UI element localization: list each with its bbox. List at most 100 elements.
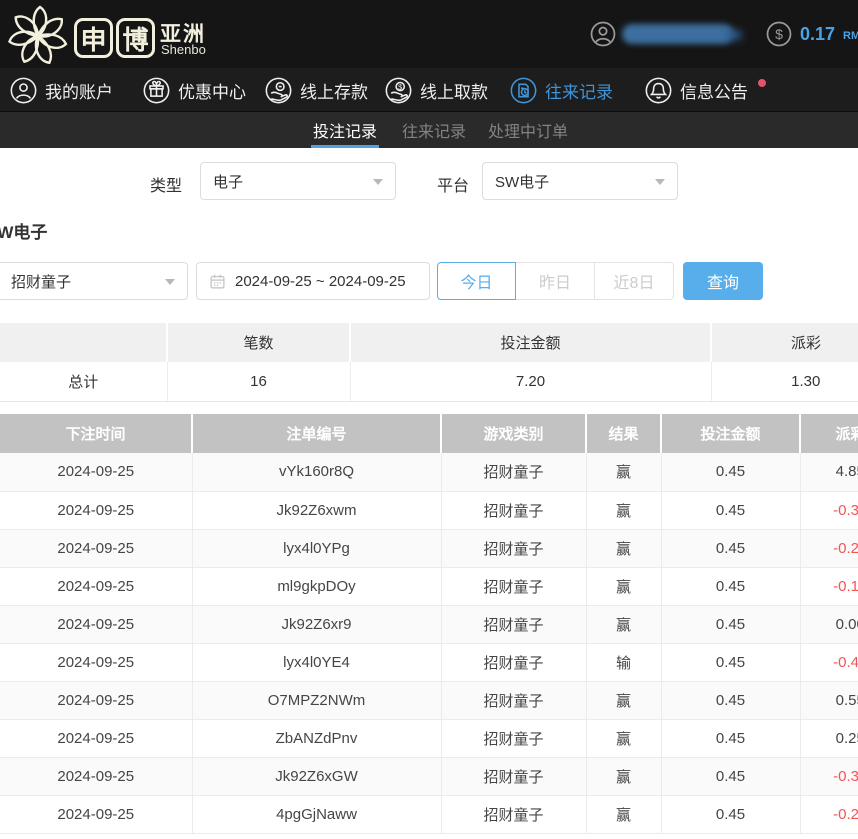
cell-bet-amount: 0.45: [661, 681, 800, 719]
type-select-value: 电子: [213, 171, 243, 192]
nav-item-bell[interactable]: 信息公告: [645, 68, 766, 112]
dollar-coin-icon: $: [766, 21, 792, 47]
nav-item-user[interactable]: 我的账户: [10, 68, 113, 112]
type-select[interactable]: 电子: [200, 162, 396, 200]
table-row: 2024-09-25ml9gkpDOy招财童子赢0.45-0.15: [0, 567, 858, 605]
summary-total-bet-amount: 7.20: [350, 362, 711, 401]
cell-order-id: ml9gkpDOy: [192, 567, 441, 605]
calendar-icon: [209, 273, 226, 290]
cell-bet-time: 2024-09-25: [0, 795, 192, 833]
cell-order-id: vYk160r8Q: [192, 453, 441, 491]
cell-game-type: 招财童子: [441, 643, 586, 681]
col-bet-amount: 投注金额: [661, 414, 800, 453]
user-icon: [10, 77, 37, 104]
cell-bet-amount: 0.45: [661, 567, 800, 605]
cell-result: 赢: [586, 491, 661, 529]
cell-payout: -0.15: [800, 567, 858, 605]
cell-bet-amount: 0.45: [661, 719, 800, 757]
cell-game-type: 招财童子: [441, 491, 586, 529]
yesterday-button[interactable]: 昨日: [516, 262, 595, 300]
cell-bet-time: 2024-09-25: [0, 529, 192, 567]
cell-game-type: 招财童子: [441, 605, 586, 643]
cell-order-id: ZbANZdPnv: [192, 719, 441, 757]
chevron-down-icon: [373, 179, 383, 185]
svg-text:$: $: [775, 26, 783, 42]
logo-char-shen: 申: [74, 18, 113, 58]
type-filter-label: 类型: [150, 172, 182, 196]
tabbar: 投注记录 往来记录处理中订单: [0, 112, 858, 148]
nav-item-deposit[interactable]: 线上存款: [265, 68, 368, 112]
betting-records-page: 申 博 亚洲 Shenbo $ 0.17 RM 我的账户 优惠中心 线上存款 $ 线上取…: [0, 0, 858, 839]
cell-order-id: 4pgGjNaww: [192, 795, 441, 833]
nav-item-label: 线上取款: [420, 78, 488, 103]
cell-game-type: 招财童子: [441, 719, 586, 757]
nav-item-records[interactable]: 往来记录: [510, 68, 613, 112]
table-row: 2024-09-25ZbANZdPnv招财童子赢0.450.25: [0, 719, 858, 757]
nav-item-gift[interactable]: 优惠中心: [143, 68, 246, 112]
cell-game-type: 招财童子: [441, 453, 586, 491]
summary-total-count: 16: [167, 362, 350, 401]
cell-game-type: 招财童子: [441, 795, 586, 833]
query-button[interactable]: 查询: [683, 262, 763, 300]
cell-order-id: Jk92Z6xGW: [192, 757, 441, 795]
svg-text:$: $: [398, 82, 402, 91]
last8days-button[interactable]: 近8日: [595, 262, 674, 300]
cell-payout: 0.25: [800, 719, 858, 757]
logo-char-bo: 博: [116, 18, 155, 58]
today-button[interactable]: 今日: [437, 262, 516, 300]
tab-transaction-records[interactable]: 往来记录: [402, 112, 466, 148]
cell-game-type: 招财童子: [441, 757, 586, 795]
redacted-username: [622, 24, 734, 44]
cell-result: 赢: [586, 529, 661, 567]
flower-logo-icon: [6, 3, 70, 65]
balance-display[interactable]: $ 0.17 RM: [766, 21, 858, 47]
cell-result: 赢: [586, 567, 661, 605]
platform-filter-label: 平台: [437, 172, 469, 196]
nav-item-withdraw[interactable]: $ 线上取款: [385, 68, 488, 112]
tab-bet-records[interactable]: 投注记录: [313, 112, 377, 148]
cell-order-id: O7MPZ2NWm: [192, 681, 441, 719]
cell-bet-time: 2024-09-25: [0, 605, 192, 643]
cell-payout: 0.00: [800, 605, 858, 643]
cell-order-id: Jk92Z6xr9: [192, 605, 441, 643]
notification-dot: [758, 79, 766, 87]
tab-pending-orders[interactable]: 处理中订单: [488, 112, 568, 148]
user-icon: [590, 21, 616, 47]
records-icon: [510, 77, 537, 104]
records-table: 下注时间注单编号游戏类别结果投注金额派彩 2024-09-25vYk160r8Q…: [0, 414, 858, 834]
cell-bet-time: 2024-09-25: [0, 491, 192, 529]
platform-select-value: SW电子: [495, 171, 549, 192]
cell-bet-amount: 0.45: [661, 795, 800, 833]
cell-result: 赢: [586, 757, 661, 795]
col-game-type: 游戏类别: [441, 414, 586, 453]
quick-date-buttons: 今日昨日近8日: [437, 262, 674, 300]
nav-item-label: 我的账户: [45, 78, 113, 103]
col-order-id: 注单编号: [192, 414, 441, 453]
summary-header-row: 笔数 投注金额 派彩: [0, 323, 858, 362]
cell-result: 赢: [586, 719, 661, 757]
cell-payout: 0.55: [800, 681, 858, 719]
cell-payout: -0.20: [800, 529, 858, 567]
table-row: 2024-09-25vYk160r8Q招财童子赢0.454.85: [0, 453, 858, 491]
cell-bet-time: 2024-09-25: [0, 757, 192, 795]
cell-result: 赢: [586, 453, 661, 491]
date-range-picker[interactable]: 2024-09-25 ~ 2024-09-25: [196, 262, 430, 300]
game-select[interactable]: 招财童子: [0, 262, 188, 300]
tab-label: 往来记录: [402, 118, 466, 142]
date-range-value: 2024-09-25 ~ 2024-09-25: [235, 273, 406, 290]
col-payout: 派彩: [800, 414, 858, 453]
cell-bet-amount: 0.45: [661, 757, 800, 795]
nav-item-label: 线上存款: [300, 78, 368, 103]
cell-payout: -0.35: [800, 491, 858, 529]
cell-bet-time: 2024-09-25: [0, 681, 192, 719]
cell-order-id: Jk92Z6xwm: [192, 491, 441, 529]
deposit-icon: [265, 77, 292, 104]
user-account[interactable]: [590, 21, 734, 47]
top-header: 申 博 亚洲 Shenbo $ 0.17 RM: [0, 0, 858, 68]
table-row: 2024-09-254pgGjNaww招财童子赢0.45-0.20: [0, 795, 858, 833]
chevron-down-icon: [655, 179, 665, 185]
summary-col-empty: [0, 323, 167, 362]
summary-col-bet-amount: 投注金额: [350, 323, 711, 362]
platform-select[interactable]: SW电子: [482, 162, 678, 200]
nav-item-label: 往来记录: [545, 78, 613, 103]
